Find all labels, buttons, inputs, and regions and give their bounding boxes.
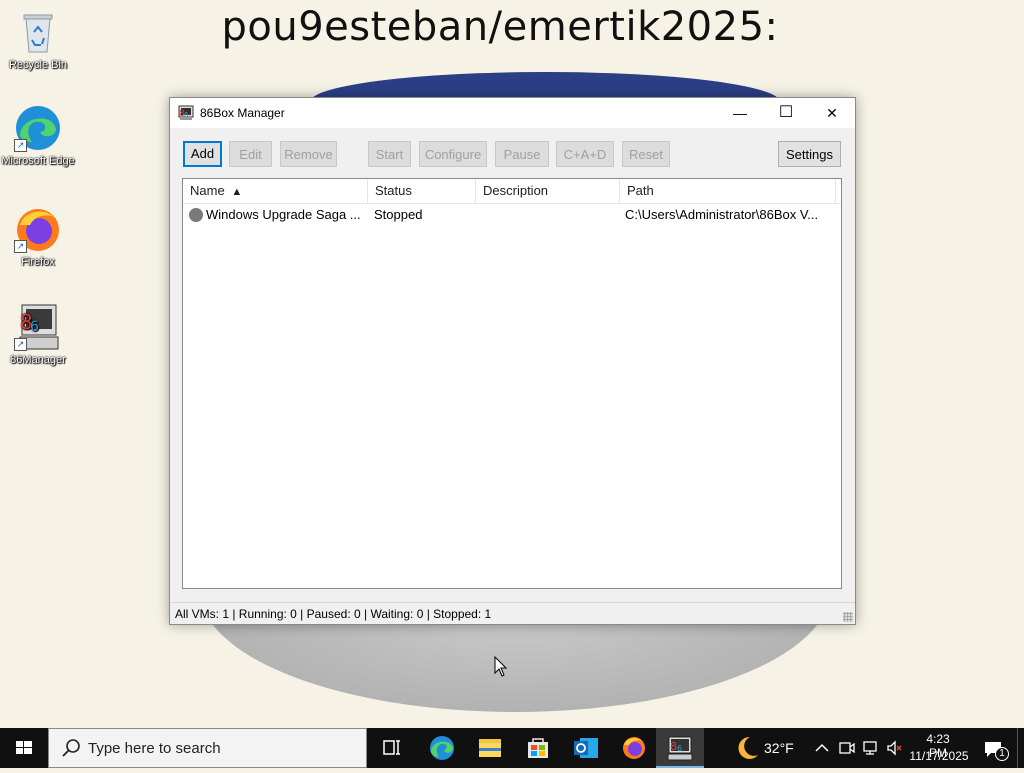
volume-muted-icon[interactable] [886,739,904,762]
store-icon [528,738,548,758]
title-bar[interactable]: 8 6 86Box Manager — ☐ ✕ [170,98,855,128]
configure-button[interactable]: Configure [419,141,487,167]
folder-icon [479,739,501,757]
desktop-icon-86manager[interactable]: 8 6 ↗ 86Manager [0,303,76,367]
taskbar-86box-button[interactable]: 8 6 [656,728,704,768]
svg-text:8: 8 [670,740,677,753]
resize-grip-icon[interactable] [843,612,853,622]
86box-app-icon: 8 6 [178,105,194,126]
sort-ascending-icon: ▲ [231,186,243,198]
desktop-icon-label: Recycle Bin [8,59,68,71]
moon-icon [738,736,758,759]
firefox-icon [623,737,645,759]
list-header: Name ▲ Status Description Path [183,179,841,204]
taskbar: Type here to search 8 6 32°F 4:23 PM 11/… [0,728,1024,768]
task-view-button[interactable] [368,728,416,768]
svg-text:6: 6 [184,111,189,119]
86box-icon: 8 6 ↗ [14,303,62,351]
recycle-bin-icon [14,8,62,56]
search-icon [61,738,81,763]
desktop-icon-label: Microsoft Edge [1,155,75,167]
status-bar: All VMs: 1 | Running: 0 | Paused: 0 | Wa… [170,602,855,624]
desktop-icon-firefox[interactable]: ↗ Firefox [0,205,76,269]
taskbar-store-button[interactable] [514,728,562,768]
ctrl-alt-del-button[interactable]: C+A+D [556,141,614,167]
svg-text:6: 6 [30,319,39,335]
wallpaper-title: pou9esteban/emertik2025: [221,4,779,50]
column-header-name[interactable]: Name ▲ [183,179,368,203]
column-label: Name [190,183,225,198]
start-button[interactable]: Start [368,141,411,167]
close-button[interactable]: ✕ [809,98,855,128]
maximize-button[interactable]: ☐ [763,98,809,128]
edit-button[interactable]: Edit [229,141,272,167]
vm-path-cell: C:\Users\Administrator\86Box V... [625,207,819,222]
weather-widget[interactable] [722,728,770,768]
show-hidden-icons-chevron-up-icon[interactable] [814,740,830,761]
edge-icon: ↗ [14,104,62,152]
taskbar-file-explorer-button[interactable] [466,728,514,768]
pause-button[interactable]: Pause [495,141,549,167]
firefox-icon: ↗ [14,205,62,253]
desktop-icon-edge[interactable]: ↗ Microsoft Edge [0,104,76,168]
vm-list[interactable]: Name ▲ Status Description Path Windows U… [182,178,842,589]
vm-status-cell: Stopped [374,207,423,222]
vm-description-cell [482,204,618,226]
86box-manager-window: 8 6 86Box Manager — ☐ ✕ Add Edit Remove … [169,97,856,625]
86box-icon: 8 6 [667,736,693,761]
clock-date[interactable]: 11/17/2025 [908,749,970,763]
desktop-icon-recycle-bin[interactable]: Recycle Bin [0,8,76,72]
task-view-icon [383,740,400,755]
shortcut-arrow-icon: ↗ [14,240,27,253]
taskbar-search-box[interactable]: Type here to search [48,728,367,768]
desktop-icon-label: Firefox [21,256,55,268]
taskbar-firefox-button[interactable] [610,728,658,768]
status-bar-text: All VMs: 1 | Running: 0 | Paused: 0 | Wa… [175,607,492,621]
shortcut-arrow-icon: ↗ [14,139,27,152]
shortcut-arrow-icon: ↗ [14,338,27,351]
start-button[interactable] [0,728,48,768]
show-desktop-button[interactable] [1017,728,1024,768]
taskbar-edge-button[interactable] [418,728,466,768]
add-button[interactable]: Add [183,141,222,167]
column-header-description[interactable]: Description [476,179,620,203]
search-placeholder: Type here to search [88,740,221,757]
notification-count-badge: 1 [995,747,1009,761]
mouse-cursor-icon [494,655,508,683]
settings-button[interactable]: Settings [778,141,841,167]
remove-button[interactable]: Remove [280,141,337,167]
desktop-icon-label: 86Manager [10,354,66,366]
svg-text:6: 6 [677,744,682,753]
meet-now-icon[interactable] [838,739,856,762]
edge-icon [430,736,454,760]
windows-logo-icon [16,741,32,754]
column-header-path[interactable]: Path [620,179,836,203]
reset-button[interactable]: Reset [622,141,670,167]
table-row[interactable]: Windows Upgrade Saga ... Stopped C:\User… [183,204,841,226]
weather-temperature: 32°F [764,740,794,756]
vm-name-cell: Windows Upgrade Saga ... [206,207,361,222]
taskbar-outlook-button[interactable] [562,728,610,768]
window-title: 86Box Manager [200,106,285,120]
outlook-icon [574,738,598,758]
network-icon[interactable] [862,739,880,762]
minimize-button[interactable]: — [717,98,763,128]
vm-stopped-status-icon [189,208,203,222]
toolbar: Add Edit Remove Start Configure Pause C+… [170,141,855,169]
column-header-status[interactable]: Status [368,179,476,203]
